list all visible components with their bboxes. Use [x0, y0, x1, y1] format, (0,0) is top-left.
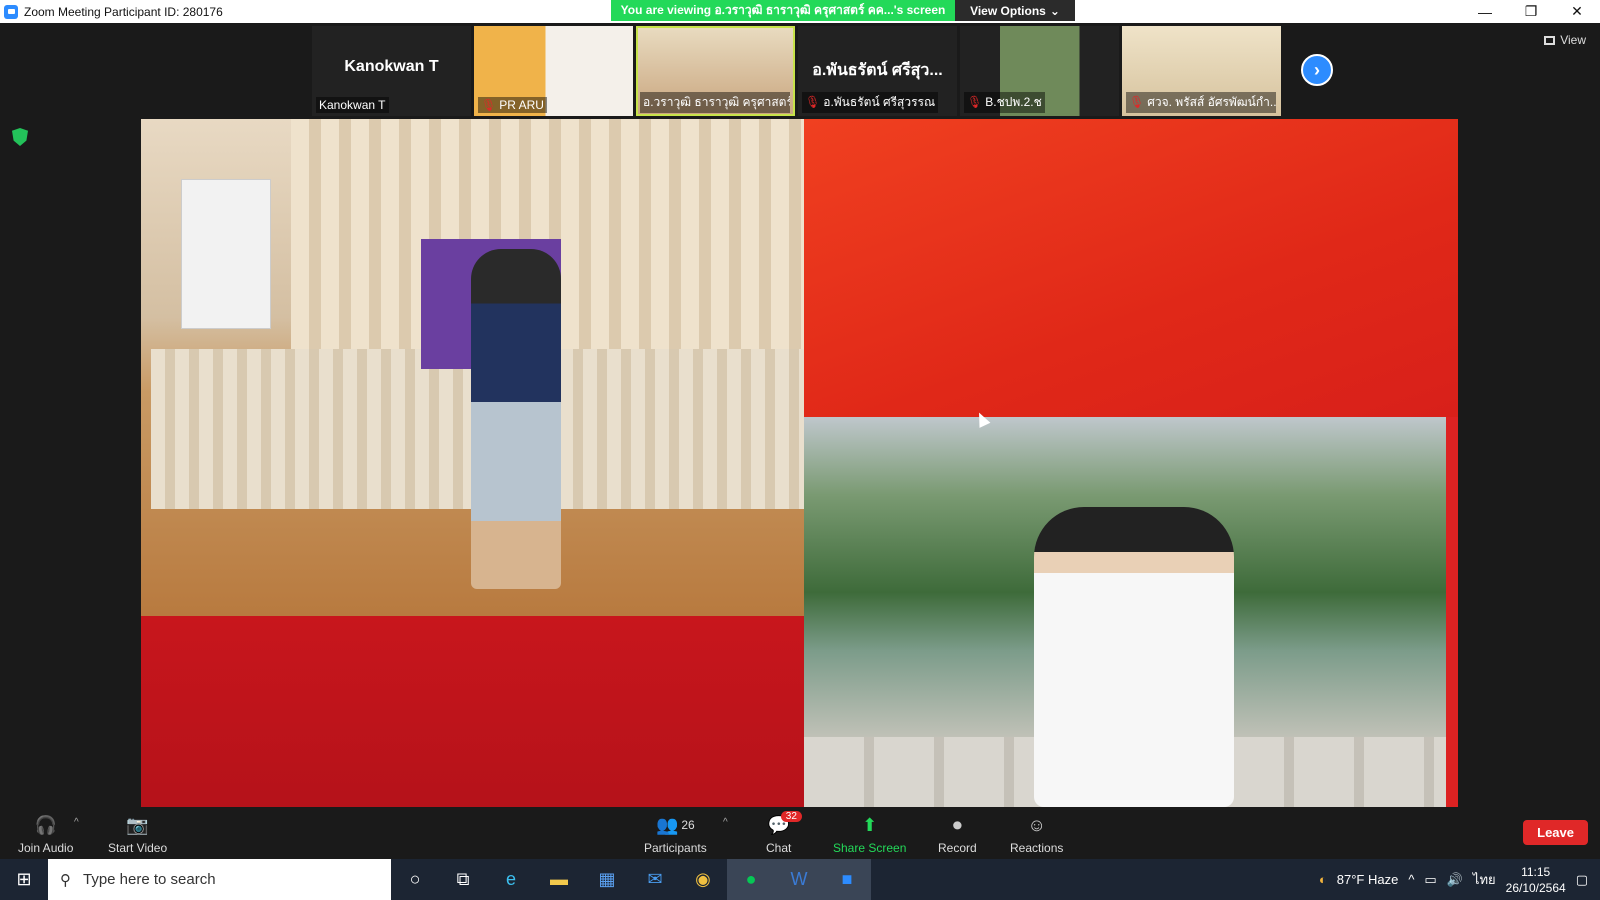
- minimize-icon: —: [1478, 3, 1492, 20]
- view-button[interactable]: View: [1544, 33, 1586, 47]
- muted-mic-icon: 🎙: [805, 95, 821, 109]
- security-shield-icon[interactable]: [12, 128, 28, 146]
- muted-mic-icon: 🎙: [967, 95, 983, 109]
- share-screen-button[interactable]: ⬆ Share Screen: [833, 813, 907, 856]
- participant-tile[interactable]: 🎙 B.ชปพ.2.ช: [960, 26, 1119, 116]
- file-explorer-icon[interactable]: ▬: [535, 859, 583, 900]
- chat-label: Chat: [766, 841, 792, 855]
- participant-tile[interactable]: อ.วราวุฒิ ธาราวุฒิ ครุศาสตร์ ...: [636, 26, 795, 116]
- participant-tile[interactable]: อ.พันธรัตน์ ศรีสุว... 🎙 อ.พันธรัตน์ ศรีสุ…: [798, 26, 957, 116]
- view-label: View: [1560, 33, 1586, 47]
- record-label: Record: [938, 841, 977, 855]
- task-view-icon[interactable]: ⧉: [439, 859, 487, 900]
- reactions-button[interactable]: ☺ Reactions: [1010, 813, 1064, 856]
- share-screen-label: Share Screen: [833, 841, 907, 855]
- participant-tile[interactable]: 🎙 ศวจ. พรัสส์ อัศรพัฒน์กำ...: [1122, 26, 1281, 116]
- chevron-down-icon: ⌄: [1049, 3, 1060, 18]
- store-icon[interactable]: ▦: [583, 859, 631, 900]
- headphones-icon: 🎧: [34, 814, 57, 835]
- participant-tile[interactable]: 🎙 PR ARU: [474, 26, 633, 116]
- meeting-toolbar: 🎧 Join Audio ^ 📷 Start Video 👥 26 Partici…: [0, 807, 1600, 859]
- weather-icon: ◐: [1318, 872, 1327, 887]
- record-button[interactable]: ⏺ Record: [938, 813, 977, 856]
- participants-button[interactable]: 👥 26 Participants: [644, 813, 707, 856]
- search-icon: ⚲: [60, 871, 71, 889]
- clock-date: 26/10/2564: [1505, 880, 1566, 895]
- weather-text[interactable]: 87°F Haze: [1337, 872, 1399, 887]
- taskbar-search[interactable]: ⚲ Type here to search: [48, 859, 391, 900]
- minimize-button[interactable]: —: [1462, 0, 1508, 23]
- input-language[interactable]: ไทย: [1473, 869, 1496, 890]
- participant-name: Kanokwan T: [319, 98, 386, 112]
- line-app-icon[interactable]: ●: [727, 859, 775, 900]
- participants-label: Participants: [644, 841, 707, 855]
- join-audio-label: Join Audio: [18, 841, 74, 855]
- clock[interactable]: 11:15 26/10/2564: [1506, 864, 1566, 896]
- start-video-button[interactable]: 📷 Start Video: [108, 813, 168, 856]
- zoom-taskbar-icon[interactable]: ■: [823, 859, 871, 900]
- windows-taskbar: ⊞ ⚲ Type here to search ○ ⧉ e ▬ ▦ ✉ ◉ ● …: [0, 859, 1600, 900]
- network-icon[interactable]: ▭: [1424, 872, 1436, 888]
- close-icon: ✕: [1571, 3, 1583, 19]
- muted-mic-icon: 🎙: [1129, 95, 1145, 109]
- windows-logo-icon: ⊞: [16, 869, 32, 889]
- participant-name: B.ชปพ.2.ช: [985, 95, 1042, 109]
- view-options-label: View Options: [970, 3, 1046, 18]
- windows-start-button[interactable]: ⊞: [0, 859, 48, 900]
- restore-icon: ❐: [1524, 3, 1538, 19]
- shared-screen: [141, 119, 1458, 807]
- chevron-right-icon: ›: [1314, 59, 1320, 80]
- mail-icon[interactable]: ✉: [631, 859, 679, 900]
- share-screen-icon: ⬆: [862, 814, 878, 835]
- audio-options-caret[interactable]: ^: [74, 817, 79, 828]
- muted-mic-icon: 🎙: [481, 98, 497, 112]
- window-title: Zoom Meeting Participant ID: 280176: [24, 4, 223, 19]
- viewing-banner: You are viewing อ.วราวุฒิ ธาราวุฒิ ครุศา…: [611, 0, 955, 21]
- next-page-button[interactable]: ›: [1301, 54, 1333, 86]
- participant-name: อ.วราวุฒิ ธาราวุฒิ ครุศาสตร์ ...: [643, 95, 790, 109]
- grid-icon: [1544, 35, 1556, 45]
- view-options-button[interactable]: View Options ⌄: [955, 0, 1075, 21]
- volume-icon[interactable]: 🔊: [1447, 872, 1463, 888]
- zoom-icon: [4, 4, 18, 19]
- join-audio-button[interactable]: 🎧 Join Audio: [18, 813, 74, 856]
- participant-strip: Kanokwan T Kanokwan T 🎙 PR ARU อ.วราวุฒิ …: [312, 26, 1281, 116]
- participants-options-caret[interactable]: ^: [723, 817, 728, 828]
- participant-big-name: Kanokwan T: [344, 58, 439, 75]
- start-video-label: Start Video: [108, 841, 168, 855]
- close-button[interactable]: ✕: [1554, 0, 1600, 23]
- participant-tile[interactable]: Kanokwan T Kanokwan T: [312, 26, 471, 116]
- cortana-icon[interactable]: ○: [391, 859, 439, 900]
- notifications-icon[interactable]: ▢: [1576, 872, 1588, 888]
- participant-name: อ.พันธรัตน์ ศรีสุวรรณ: [823, 95, 936, 109]
- search-placeholder: Type here to search: [83, 871, 216, 888]
- people-icon: 👥: [655, 814, 679, 835]
- record-icon: ⏺: [952, 814, 962, 835]
- word-icon[interactable]: W: [775, 859, 823, 900]
- photo-portrait: [804, 417, 1446, 807]
- participant-name: ศวจ. พรัสส์ อัศรพัฒน์กำ...: [1147, 95, 1276, 109]
- meeting-stage: Kanokwan T Kanokwan T 🎙 PR ARU อ.วราวุฒิ …: [0, 23, 1600, 807]
- smiley-icon: ☺: [1027, 814, 1046, 835]
- chat-button[interactable]: 💬 32 Chat: [766, 811, 802, 855]
- show-hidden-icons-icon[interactable]: ^: [1408, 872, 1414, 887]
- leave-button[interactable]: Leave: [1523, 820, 1588, 845]
- participant-name: PR ARU: [499, 98, 544, 112]
- edge-icon[interactable]: e: [487, 859, 535, 900]
- restore-button[interactable]: ❐: [1508, 0, 1554, 23]
- video-off-icon: 📷: [126, 814, 149, 835]
- participant-big-name: อ.พันธรัตน์ ศรีสุว...: [812, 62, 943, 79]
- woman-figure: [471, 249, 561, 589]
- chrome-icon[interactable]: ◉: [679, 859, 727, 900]
- clock-time: 11:15: [1521, 864, 1551, 879]
- chat-badge: 32: [780, 811, 802, 822]
- uniformed-woman-figure: [1034, 507, 1234, 807]
- reactions-label: Reactions: [1010, 841, 1064, 855]
- photo-exhibition: [141, 119, 804, 616]
- participants-count: 26: [681, 818, 695, 832]
- system-tray: ◐ 87°F Haze ^ ▭ 🔊 ไทย 11:15 26/10/2564 ▢: [1319, 859, 1600, 900]
- air-conditioner: [181, 179, 271, 329]
